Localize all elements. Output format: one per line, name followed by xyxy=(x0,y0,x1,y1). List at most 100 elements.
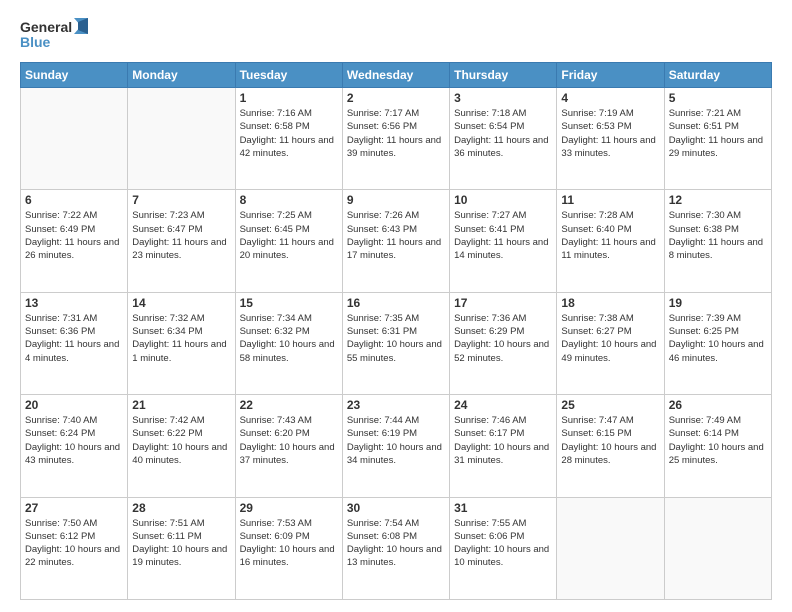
calendar-cell: 26 Sunrise: 7:49 AMSunset: 6:14 PMDayligh… xyxy=(664,395,771,497)
day-detail: Sunrise: 7:23 AMSunset: 6:47 PMDaylight:… xyxy=(132,209,230,262)
day-number: 24 xyxy=(454,398,552,412)
day-number: 27 xyxy=(25,501,123,515)
calendar-header-row: SundayMondayTuesdayWednesdayThursdayFrid… xyxy=(21,63,772,88)
day-number: 6 xyxy=(25,193,123,207)
day-detail: Sunrise: 7:36 AMSunset: 6:29 PMDaylight:… xyxy=(454,312,552,365)
calendar-week-4: 20 Sunrise: 7:40 AMSunset: 6:24 PMDayligh… xyxy=(21,395,772,497)
calendar-cell: 17 Sunrise: 7:36 AMSunset: 6:29 PMDayligh… xyxy=(450,292,557,394)
day-number: 11 xyxy=(561,193,659,207)
col-header-saturday: Saturday xyxy=(664,63,771,88)
day-number: 28 xyxy=(132,501,230,515)
calendar-week-2: 6Sunrise: 7:22 AMSunset: 6:49 PMDaylight… xyxy=(21,190,772,292)
day-detail: Sunrise: 7:43 AMSunset: 6:20 PMDaylight:… xyxy=(240,414,338,467)
calendar-cell: 6Sunrise: 7:22 AMSunset: 6:49 PMDaylight… xyxy=(21,190,128,292)
calendar-table: SundayMondayTuesdayWednesdayThursdayFrid… xyxy=(20,62,772,600)
logo-svg: GeneralBlue xyxy=(20,16,90,52)
calendar-cell: 9 Sunrise: 7:26 AMSunset: 6:43 PMDaylight… xyxy=(342,190,449,292)
calendar-cell: 3Sunrise: 7:18 AMSunset: 6:54 PMDaylight… xyxy=(450,88,557,190)
day-detail: Sunrise: 7:49 AMSunset: 6:14 PMDaylight:… xyxy=(669,414,767,467)
day-detail: Sunrise: 7:28 AMSunset: 6:40 PMDaylight:… xyxy=(561,209,659,262)
svg-text:Blue: Blue xyxy=(20,34,51,50)
calendar-cell: 29 Sunrise: 7:53 AMSunset: 6:09 PMDayligh… xyxy=(235,497,342,599)
calendar-cell: 27 Sunrise: 7:50 AMSunset: 6:12 PMDayligh… xyxy=(21,497,128,599)
day-number: 2 xyxy=(347,91,445,105)
day-detail: Sunrise: 7:26 AMSunset: 6:43 PMDaylight:… xyxy=(347,209,445,262)
svg-text:General: General xyxy=(20,19,72,35)
calendar-cell: 4 Sunrise: 7:19 AMSunset: 6:53 PMDaylight… xyxy=(557,88,664,190)
calendar-cell: 30Sunrise: 7:54 AMSunset: 6:08 PMDayligh… xyxy=(342,497,449,599)
calendar-cell: 10 Sunrise: 7:27 AMSunset: 6:41 PMDayligh… xyxy=(450,190,557,292)
day-number: 20 xyxy=(25,398,123,412)
day-detail: Sunrise: 7:21 AMSunset: 6:51 PMDaylight:… xyxy=(669,107,767,160)
day-number: 15 xyxy=(240,296,338,310)
calendar-week-1: 1 Sunrise: 7:16 AMSunset: 6:58 PMDaylight… xyxy=(21,88,772,190)
calendar-cell: 31 Sunrise: 7:55 AMSunset: 6:06 PMDayligh… xyxy=(450,497,557,599)
calendar-cell: 19Sunrise: 7:39 AMSunset: 6:25 PMDayligh… xyxy=(664,292,771,394)
col-header-wednesday: Wednesday xyxy=(342,63,449,88)
calendar-cell: 7Sunrise: 7:23 AMSunset: 6:47 PMDaylight… xyxy=(128,190,235,292)
day-detail: Sunrise: 7:42 AMSunset: 6:22 PMDaylight:… xyxy=(132,414,230,467)
calendar-cell: 20 Sunrise: 7:40 AMSunset: 6:24 PMDayligh… xyxy=(21,395,128,497)
day-number: 8 xyxy=(240,193,338,207)
col-header-friday: Friday xyxy=(557,63,664,88)
day-number: 17 xyxy=(454,296,552,310)
page-header: GeneralBlue xyxy=(20,16,772,52)
day-number: 10 xyxy=(454,193,552,207)
day-number: 9 xyxy=(347,193,445,207)
day-detail: Sunrise: 7:34 AMSunset: 6:32 PMDaylight:… xyxy=(240,312,338,365)
calendar-cell xyxy=(557,497,664,599)
day-detail: Sunrise: 7:38 AMSunset: 6:27 PMDaylight:… xyxy=(561,312,659,365)
calendar-cell xyxy=(664,497,771,599)
calendar-cell: 25 Sunrise: 7:47 AMSunset: 6:15 PMDayligh… xyxy=(557,395,664,497)
day-detail: Sunrise: 7:19 AMSunset: 6:53 PMDaylight:… xyxy=(561,107,659,160)
calendar-cell: 1 Sunrise: 7:16 AMSunset: 6:58 PMDaylight… xyxy=(235,88,342,190)
day-detail: Sunrise: 7:27 AMSunset: 6:41 PMDaylight:… xyxy=(454,209,552,262)
day-number: 4 xyxy=(561,91,659,105)
day-number: 18 xyxy=(561,296,659,310)
day-detail: Sunrise: 7:39 AMSunset: 6:25 PMDaylight:… xyxy=(669,312,767,365)
day-number: 5 xyxy=(669,91,767,105)
day-detail: Sunrise: 7:46 AMSunset: 6:17 PMDaylight:… xyxy=(454,414,552,467)
day-number: 21 xyxy=(132,398,230,412)
col-header-thursday: Thursday xyxy=(450,63,557,88)
calendar-week-3: 13Sunrise: 7:31 AMSunset: 6:36 PMDayligh… xyxy=(21,292,772,394)
day-detail: Sunrise: 7:50 AMSunset: 6:12 PMDaylight:… xyxy=(25,517,123,570)
calendar-cell: 21 Sunrise: 7:42 AMSunset: 6:22 PMDayligh… xyxy=(128,395,235,497)
col-header-monday: Monday xyxy=(128,63,235,88)
calendar-cell: 5 Sunrise: 7:21 AMSunset: 6:51 PMDaylight… xyxy=(664,88,771,190)
day-detail: Sunrise: 7:51 AMSunset: 6:11 PMDaylight:… xyxy=(132,517,230,570)
calendar-cell: 24 Sunrise: 7:46 AMSunset: 6:17 PMDayligh… xyxy=(450,395,557,497)
day-number: 31 xyxy=(454,501,552,515)
calendar-cell xyxy=(21,88,128,190)
calendar-cell: 28 Sunrise: 7:51 AMSunset: 6:11 PMDayligh… xyxy=(128,497,235,599)
day-detail: Sunrise: 7:16 AMSunset: 6:58 PMDaylight:… xyxy=(240,107,338,160)
day-number: 25 xyxy=(561,398,659,412)
day-detail: Sunrise: 7:32 AMSunset: 6:34 PMDaylight:… xyxy=(132,312,230,365)
calendar-cell: 11 Sunrise: 7:28 AMSunset: 6:40 PMDayligh… xyxy=(557,190,664,292)
day-detail: Sunrise: 7:18 AMSunset: 6:54 PMDaylight:… xyxy=(454,107,552,160)
day-number: 13 xyxy=(25,296,123,310)
day-detail: Sunrise: 7:53 AMSunset: 6:09 PMDaylight:… xyxy=(240,517,338,570)
calendar-cell: 14 Sunrise: 7:32 AMSunset: 6:34 PMDayligh… xyxy=(128,292,235,394)
day-number: 16 xyxy=(347,296,445,310)
day-detail: Sunrise: 7:44 AMSunset: 6:19 PMDaylight:… xyxy=(347,414,445,467)
day-detail: Sunrise: 7:55 AMSunset: 6:06 PMDaylight:… xyxy=(454,517,552,570)
day-number: 29 xyxy=(240,501,338,515)
calendar-cell: 2Sunrise: 7:17 AMSunset: 6:56 PMDaylight… xyxy=(342,88,449,190)
calendar-cell: 23 Sunrise: 7:44 AMSunset: 6:19 PMDayligh… xyxy=(342,395,449,497)
day-number: 26 xyxy=(669,398,767,412)
calendar-cell: 8Sunrise: 7:25 AMSunset: 6:45 PMDaylight… xyxy=(235,190,342,292)
day-number: 23 xyxy=(347,398,445,412)
calendar-cell: 18 Sunrise: 7:38 AMSunset: 6:27 PMDayligh… xyxy=(557,292,664,394)
day-number: 30 xyxy=(347,501,445,515)
calendar-cell xyxy=(128,88,235,190)
calendar-week-5: 27 Sunrise: 7:50 AMSunset: 6:12 PMDayligh… xyxy=(21,497,772,599)
day-detail: Sunrise: 7:35 AMSunset: 6:31 PMDaylight:… xyxy=(347,312,445,365)
day-number: 1 xyxy=(240,91,338,105)
day-number: 14 xyxy=(132,296,230,310)
calendar-body: 1 Sunrise: 7:16 AMSunset: 6:58 PMDaylight… xyxy=(21,88,772,600)
calendar-cell: 16 Sunrise: 7:35 AMSunset: 6:31 PMDayligh… xyxy=(342,292,449,394)
day-detail: Sunrise: 7:47 AMSunset: 6:15 PMDaylight:… xyxy=(561,414,659,467)
calendar-cell: 22Sunrise: 7:43 AMSunset: 6:20 PMDayligh… xyxy=(235,395,342,497)
day-detail: Sunrise: 7:40 AMSunset: 6:24 PMDaylight:… xyxy=(25,414,123,467)
